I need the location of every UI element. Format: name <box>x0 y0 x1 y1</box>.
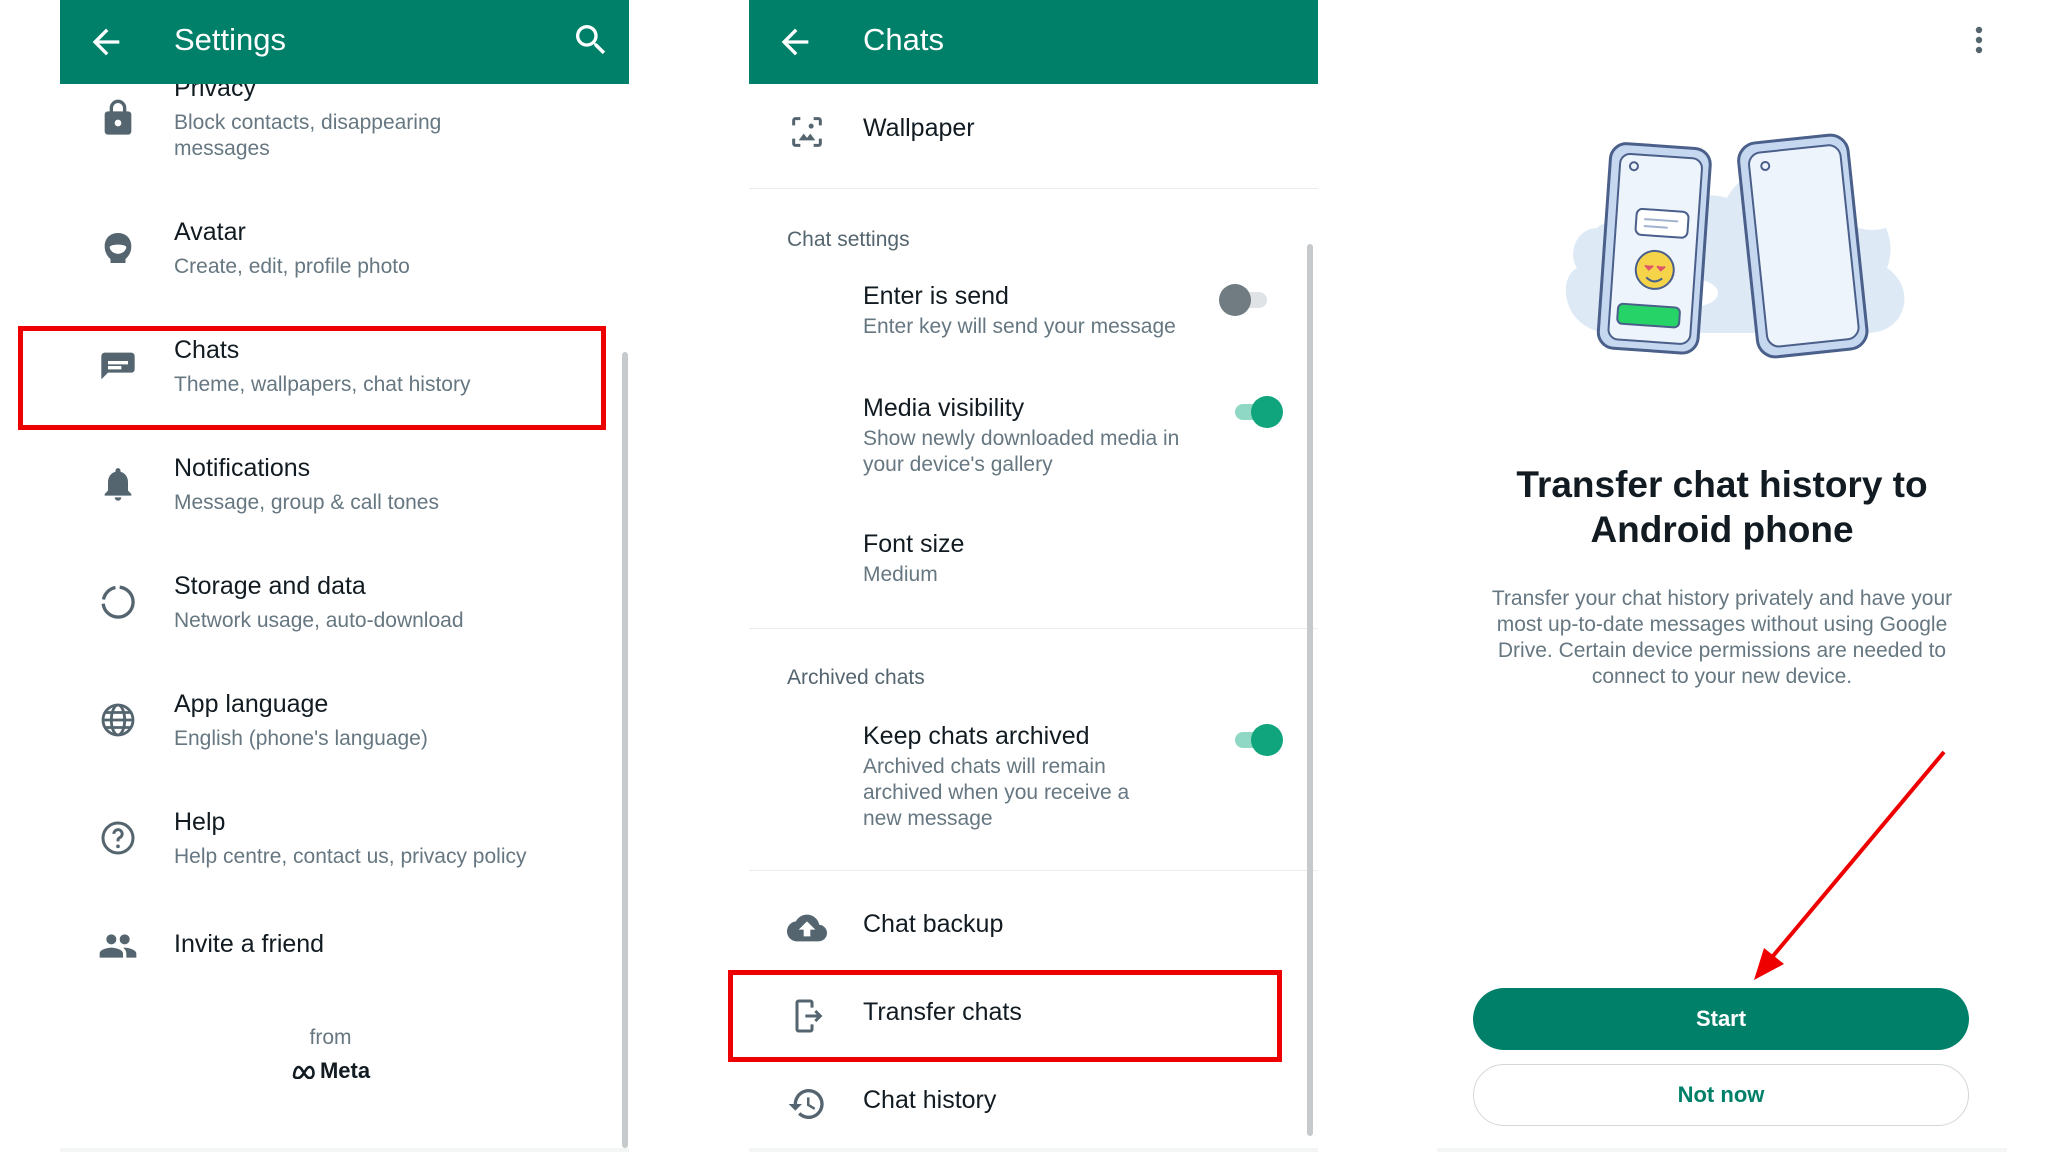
chats-bottom-bar <box>749 1148 1318 1152</box>
storage-icon <box>101 585 135 619</box>
more-options-icon[interactable] <box>1967 22 1991 58</box>
settings-item-language[interactable]: App language English (phone's language) <box>60 672 629 782</box>
archived-chats-header: Archived chats <box>787 666 925 689</box>
notifications-subtitle: Message, group & call tones <box>174 491 439 514</box>
privacy-subtitle: Block contacts, disappearing messages <box>174 111 442 160</box>
from-meta: from Meta <box>60 1026 601 1084</box>
media-visibility-toggle[interactable] <box>1229 394 1283 430</box>
notifications-title: Notifications <box>174 454 311 482</box>
chats-scrollbar[interactable] <box>1307 244 1313 1136</box>
highlight-transfer-box <box>728 970 1282 1062</box>
avatar-title: Avatar <box>174 218 246 246</box>
start-button[interactable]: Start <box>1473 988 1969 1050</box>
meta-logo-icon <box>292 1065 315 1079</box>
people-icon <box>99 934 137 958</box>
settings-bottom-bar <box>60 1148 629 1152</box>
wallpaper-title: Wallpaper <box>863 114 975 142</box>
help-icon <box>101 821 135 855</box>
media-visibility-subtitle: Show newly downloaded media in your devi… <box>863 427 1180 476</box>
cloud-upload-icon <box>787 914 827 942</box>
settings-app-bar: Settings <box>60 0 629 84</box>
keep-archived-item[interactable]: Keep chats archived Archived chats will … <box>749 710 1318 850</box>
globe-icon <box>101 703 135 737</box>
settings-screen: Privacy Block contacts, disappearing mes… <box>60 0 629 1152</box>
enter-is-send-item[interactable]: Enter is send Enter key will send your m… <box>749 270 1318 362</box>
media-visibility-item[interactable]: Media visibility Show newly downloaded m… <box>749 382 1318 492</box>
heading-line-2: Android phone <box>1590 509 1854 550</box>
font-size-value: Medium <box>863 563 938 586</box>
divider <box>749 188 1318 189</box>
chat-backup-title: Chat backup <box>863 910 1004 938</box>
avatar-icon <box>104 233 132 263</box>
page-title: Settings <box>174 22 287 57</box>
avatar-subtitle: Create, edit, profile photo <box>174 255 410 278</box>
wallpaper-item[interactable]: Wallpaper <box>749 94 1318 184</box>
from-label: from <box>309 1026 352 1049</box>
page-title: Chats <box>863 22 944 57</box>
meta-label: Meta <box>319 1058 371 1083</box>
keep-archived-subtitle: Archived chats will remain archived when… <box>863 755 1130 830</box>
transfer-bottom-bar <box>1437 1148 2007 1152</box>
help-subtitle: Help centre, contact us, privacy policy <box>174 845 527 868</box>
enter-is-send-title: Enter is send <box>863 282 1009 310</box>
settings-item-notifications[interactable]: Notifications Message, group & call tone… <box>60 436 629 546</box>
transfer-illustration <box>1565 133 1905 359</box>
storage-title: Storage and data <box>174 572 366 600</box>
chat-history-title: Chat history <box>863 1086 997 1114</box>
storage-subtitle: Network usage, auto-download <box>174 609 464 632</box>
help-title: Help <box>174 808 226 836</box>
history-icon <box>788 1089 824 1119</box>
settings-item-invite[interactable]: Invite a friend <box>60 908 629 982</box>
back-arrow-icon[interactable] <box>775 22 815 62</box>
chat-history-item[interactable]: Chat history <box>749 1064 1318 1142</box>
back-arrow-icon[interactable] <box>86 22 126 62</box>
settings-scrollbar[interactable] <box>622 352 628 1148</box>
settings-item-help[interactable]: Help Help centre, contact us, privacy po… <box>60 790 629 900</box>
language-subtitle: English (phone's language) <box>174 727 428 750</box>
media-visibility-title: Media visibility <box>863 394 1025 422</box>
font-size-title: Font size <box>863 530 965 558</box>
annotation-arrow-icon <box>1754 750 1946 980</box>
transfer-description: Transfer your chat history privately and… <box>1491 587 1953 688</box>
search-icon[interactable] <box>571 20 611 60</box>
keep-archived-title: Keep chats archived <box>863 722 1090 750</box>
heading-line-1: Transfer chat history to <box>1516 464 1928 505</box>
highlight-chats-box <box>18 326 606 430</box>
not-now-button[interactable]: Not now <box>1473 1064 1969 1126</box>
divider <box>749 628 1318 629</box>
bell-icon <box>104 468 132 501</box>
chats-app-bar: Chats <box>749 0 1318 84</box>
invite-title: Invite a friend <box>174 930 325 958</box>
divider <box>749 870 1318 871</box>
transfer-heading: Transfer chat history to Android phone <box>1437 462 2007 552</box>
keep-archived-toggle[interactable] <box>1229 722 1283 758</box>
font-size-item[interactable]: Font size Medium <box>749 520 1318 610</box>
enter-is-send-toggle[interactable] <box>1219 282 1273 318</box>
settings-item-avatar[interactable]: Avatar Create, edit, profile photo <box>60 200 629 310</box>
chat-backup-item[interactable]: Chat backup <box>749 888 1318 966</box>
settings-item-storage[interactable]: Storage and data Network usage, auto-dow… <box>60 554 629 664</box>
wallpaper-icon <box>792 117 822 147</box>
chat-settings-header: Chat settings <box>787 228 910 251</box>
lock-icon <box>104 99 132 135</box>
enter-is-send-subtitle: Enter key will send your message <box>863 315 1176 338</box>
language-title: App language <box>174 690 329 718</box>
